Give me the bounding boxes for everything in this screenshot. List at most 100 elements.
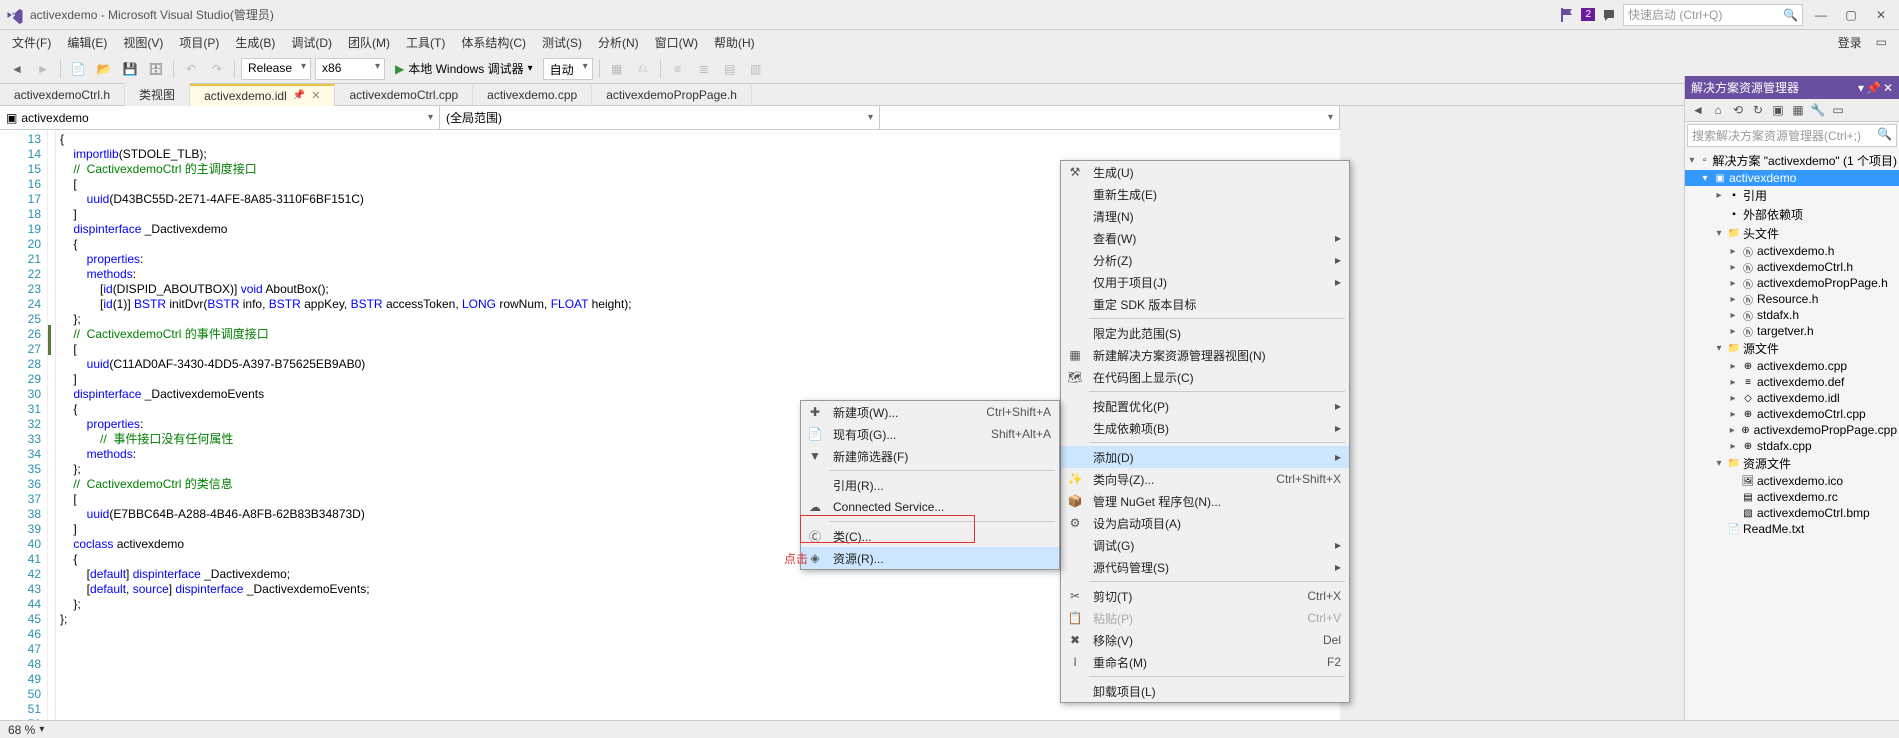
- tree-node[interactable]: ▸≡activexdemo.def: [1685, 374, 1899, 390]
- zoom-level[interactable]: 68 %: [8, 723, 35, 737]
- minimize-button[interactable]: —: [1809, 3, 1833, 27]
- solexp-dropdown-icon[interactable]: ▾: [1858, 81, 1864, 95]
- menu-item[interactable]: 🗺在代码图上显示(C): [1061, 366, 1349, 388]
- quick-launch-input[interactable]: 快速启动 (Ctrl+Q) 🔍: [1623, 4, 1803, 26]
- start-debug-button[interactable]: ▶ 本地 Windows 调试器 ▾: [389, 58, 539, 79]
- config-dropdown[interactable]: Release: [241, 58, 311, 80]
- menu-item[interactable]: 团队(M): [342, 32, 396, 53]
- tree-node[interactable]: ▸▪引用: [1685, 186, 1899, 205]
- menu-item[interactable]: ✂剪切(T)Ctrl+X: [1061, 585, 1349, 607]
- menu-item[interactable]: 限定为此范围(S): [1061, 322, 1349, 344]
- menu-item[interactable]: 卸载项目(L): [1061, 680, 1349, 702]
- save-button[interactable]: 💾: [119, 58, 141, 80]
- pin-icon[interactable]: 📌: [293, 90, 305, 101]
- solution-tree[interactable]: ▾▫解决方案 "activexdemo" (1 个项目)▾▣activexdem…: [1685, 149, 1899, 720]
- menu-item[interactable]: ◈资源(R)...: [801, 547, 1059, 569]
- tree-node[interactable]: ▸◇activexdemo.idl: [1685, 390, 1899, 406]
- document-tab[interactable]: activexdemo.idl📌✕: [190, 84, 335, 106]
- menu-item[interactable]: ▼新建筛选器(F): [801, 445, 1059, 467]
- tree-node[interactable]: ▸ⓗactivexdemoCtrl.h: [1685, 259, 1899, 275]
- debug-mode-dropdown[interactable]: 自动: [543, 58, 593, 80]
- document-tab[interactable]: activexdemoPropPage.h: [592, 85, 752, 105]
- menu-item[interactable]: 调试(D): [285, 32, 338, 53]
- tree-node[interactable]: ▾📁头文件: [1685, 224, 1899, 243]
- tree-node[interactable]: 📄ReadMe.txt: [1685, 521, 1899, 537]
- menu-item[interactable]: 调试(G)▸: [1061, 534, 1349, 556]
- document-tab[interactable]: 类视图: [125, 83, 190, 106]
- close-icon[interactable]: ✕: [311, 89, 320, 102]
- solexp-sync-icon[interactable]: ⟲: [1729, 101, 1747, 119]
- zoom-dropdown-icon[interactable]: ▾: [39, 724, 44, 735]
- solexp-pin-icon[interactable]: 📌: [1866, 81, 1881, 95]
- menu-item[interactable]: 编辑(E): [61, 32, 113, 53]
- menu-item[interactable]: 仅用于项目(J)▸: [1061, 271, 1349, 293]
- expand-icon[interactable]: ▸: [1727, 393, 1739, 404]
- document-tab[interactable]: activexdemo.cpp: [473, 85, 592, 105]
- menu-item[interactable]: 添加(D)▸: [1061, 446, 1349, 468]
- expand-icon[interactable]: ▸: [1727, 441, 1739, 452]
- menu-item[interactable]: 视图(V): [117, 32, 169, 53]
- platform-dropdown[interactable]: x86: [315, 58, 385, 80]
- menu-item[interactable]: 引用(R)...: [801, 474, 1059, 496]
- menu-item[interactable]: ▦新建解决方案资源管理器视图(N): [1061, 344, 1349, 366]
- menu-item[interactable]: 📦管理 NuGet 程序包(N)...: [1061, 490, 1349, 512]
- menu-item[interactable]: ⚙设为启动项目(A): [1061, 512, 1349, 534]
- expand-icon[interactable]: ▾: [1687, 155, 1697, 166]
- menu-item[interactable]: 生成依赖项(B)▸: [1061, 417, 1349, 439]
- expand-icon[interactable]: ▾: [1713, 228, 1725, 239]
- tree-node[interactable]: ▸ⓗstdafx.h: [1685, 307, 1899, 323]
- expand-icon[interactable]: ▸: [1727, 409, 1739, 420]
- tree-node[interactable]: ▤activexdemo.rc: [1685, 489, 1899, 505]
- tree-node[interactable]: ▸⊕activexdemo.cpp: [1685, 358, 1899, 374]
- menu-item[interactable]: 重定 SDK 版本目标: [1061, 293, 1349, 315]
- maximize-button[interactable]: ▢: [1839, 3, 1863, 27]
- menu-item[interactable]: ✖移除(V)Del: [1061, 629, 1349, 651]
- menu-item[interactable]: 源代码管理(S)▸: [1061, 556, 1349, 578]
- menu-item[interactable]: 重新生成(E): [1061, 183, 1349, 205]
- menu-item[interactable]: 清理(N): [1061, 205, 1349, 227]
- save-all-button[interactable]: 🗄: [145, 58, 167, 80]
- menu-item[interactable]: 文件(F): [6, 32, 57, 53]
- solexp-collapse-icon[interactable]: ▣: [1769, 101, 1787, 119]
- feedback-flag-icon[interactable]: [1559, 7, 1575, 23]
- menu-item[interactable]: 生成(B): [229, 32, 281, 53]
- menu-item[interactable]: 分析(N): [592, 32, 645, 53]
- nav-back-button[interactable]: ◄: [6, 58, 28, 80]
- menu-item[interactable]: 查看(W)▸: [1061, 227, 1349, 249]
- tree-node[interactable]: ▸ⓗtargetver.h: [1685, 323, 1899, 339]
- expand-icon[interactable]: ▾: [1713, 343, 1725, 354]
- expand-icon[interactable]: ▸: [1727, 262, 1739, 273]
- menu-item[interactable]: ✨类向导(Z)...Ctrl+Shift+X: [1061, 468, 1349, 490]
- expand-icon[interactable]: ▸: [1727, 278, 1739, 289]
- tree-node[interactable]: ▪外部依赖项: [1685, 205, 1899, 224]
- expand-icon[interactable]: ▸: [1727, 425, 1737, 436]
- document-tab[interactable]: activexdemoCtrl.h: [0, 85, 125, 105]
- tree-node[interactable]: ▾📁源文件: [1685, 339, 1899, 358]
- tree-node[interactable]: ▸⊕stdafx.cpp: [1685, 438, 1899, 454]
- solexp-search-input[interactable]: 搜索解决方案资源管理器(Ctrl+;) 🔍: [1687, 124, 1897, 147]
- menu-item[interactable]: 📄现有项(G)...Shift+Alt+A: [801, 423, 1059, 445]
- close-button[interactable]: ✕: [1869, 3, 1893, 27]
- user-icon[interactable]: ▭: [1876, 35, 1887, 49]
- scope-dropdown[interactable]: ▣ activexdemo: [0, 106, 440, 129]
- expand-icon[interactable]: ▸: [1727, 294, 1739, 305]
- expand-icon[interactable]: ▸: [1727, 310, 1739, 321]
- menu-item[interactable]: 分析(Z)▸: [1061, 249, 1349, 271]
- tree-node[interactable]: ▾📁资源文件: [1685, 454, 1899, 473]
- menu-item[interactable]: I重命名(M)F2: [1061, 651, 1349, 673]
- tree-node[interactable]: ▸ⓗactivexdemo.h: [1685, 243, 1899, 259]
- tree-node[interactable]: ▾▫解决方案 "activexdemo" (1 个项目): [1685, 151, 1899, 170]
- solexp-preview-icon[interactable]: ▭: [1829, 101, 1847, 119]
- tree-node[interactable]: ▾▣activexdemo: [1685, 170, 1899, 186]
- menu-item[interactable]: ✚新建项(W)...Ctrl+Shift+A: [801, 401, 1059, 423]
- sign-in-link[interactable]: 登录: [1838, 34, 1872, 51]
- solexp-back-icon[interactable]: ◄: [1689, 101, 1707, 119]
- menu-item[interactable]: 帮助(H): [708, 32, 761, 53]
- notification-badge[interactable]: 2: [1581, 8, 1595, 21]
- menu-item[interactable]: 测试(S): [536, 32, 588, 53]
- tree-node[interactable]: ▧activexdemoCtrl.bmp: [1685, 505, 1899, 521]
- solexp-showall-icon[interactable]: ▦: [1789, 101, 1807, 119]
- open-file-button[interactable]: 📂: [93, 58, 115, 80]
- menu-item[interactable]: ⚒生成(U): [1061, 161, 1349, 183]
- expand-icon[interactable]: ▸: [1727, 326, 1739, 337]
